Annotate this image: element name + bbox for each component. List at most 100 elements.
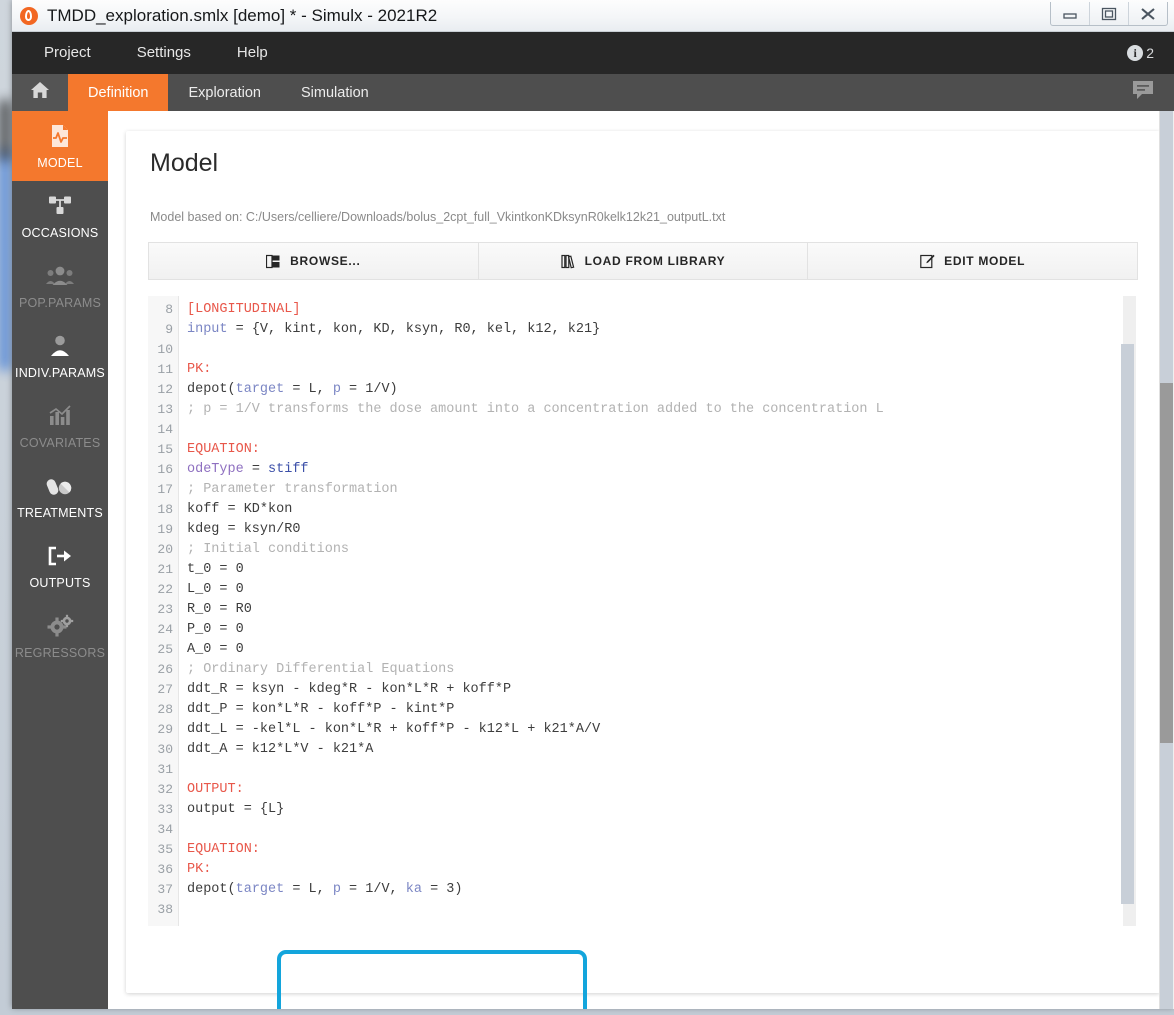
code-line: ; p = 1/V transforms the dose amount int… [187, 402, 884, 417]
line-number: 19 [157, 522, 173, 537]
code-line: R_0 = R0 [187, 602, 252, 617]
line-number: 30 [157, 742, 173, 757]
sidebar-item-covariates[interactable]: COVARIATES [12, 391, 108, 461]
info-count: 2 [1146, 45, 1154, 61]
edit-pencil-icon [920, 254, 935, 269]
highlight-box-additional-lines [277, 950, 587, 1009]
pills-icon [46, 473, 74, 499]
sidebar-item-treatments[interactable]: TREATMENTS [12, 461, 108, 531]
model-document-icon [47, 123, 73, 149]
sidebar-item-label: TREATMENTS [17, 505, 103, 520]
tab-home[interactable] [12, 74, 68, 111]
gears-icon [46, 613, 74, 639]
sidebar-item-label: INDIV.PARAMS [15, 365, 105, 380]
home-icon [29, 80, 51, 105]
sidebar-item-indiv-params[interactable]: INDIV.PARAMS [12, 321, 108, 391]
code-line: ddt_P = kon*L*R - koff*P - kint*P [187, 702, 455, 717]
editor-scrollbar-thumb[interactable] [1121, 344, 1134, 904]
sidebar-item-occasions[interactable]: OCCASIONS [12, 181, 108, 251]
line-number: 14 [157, 422, 173, 437]
line-number: 25 [157, 642, 173, 657]
line-number: 26 [157, 662, 173, 677]
menu-item-project[interactable]: Project [26, 32, 109, 74]
code-line: ; Ordinary Differential Equations [187, 662, 455, 677]
sidebar-item-label: OCCASIONS [21, 225, 99, 240]
page-scrollbar-track[interactable] [1159, 111, 1174, 1009]
line-number: 24 [157, 622, 173, 637]
close-button[interactable] [1129, 2, 1167, 25]
code-line: depot(target = L, p = 1/V, ka = 3) [187, 882, 463, 897]
code-line: odeType = stiff [187, 462, 309, 477]
minimize-button[interactable] [1051, 2, 1090, 25]
line-number: 12 [157, 382, 173, 397]
browse-folder-icon [266, 254, 281, 269]
code-line: depot(target = L, p = 1/V) [187, 382, 398, 397]
sidebar-item-label: REGRESSORS [14, 645, 106, 660]
info-icon: i [1127, 45, 1144, 61]
line-number: 34 [157, 822, 173, 837]
sidebar-item-label: POP.PARAMS [18, 295, 102, 310]
code-line: ddt_L = -kel*L - kon*L*R + koff*P - k12*… [187, 722, 601, 737]
maximize-button[interactable] [1090, 2, 1129, 25]
menu-item-settings[interactable]: Settings [119, 32, 209, 74]
sidebar-item-regressors[interactable]: REGRESSORS [12, 601, 108, 671]
sidebar-item-model[interactable]: MODEL [12, 111, 108, 181]
sidebar-item-pop-params[interactable]: POP.PARAMS [12, 251, 108, 321]
model-action-row: BROWSE... LOAD FROM LIBRARY EDIT MODEL [148, 242, 1138, 280]
load-from-library-button[interactable]: LOAD FROM LIBRARY [478, 243, 809, 279]
code-line: EQUATION: [187, 842, 260, 857]
line-number: 36 [157, 862, 173, 877]
code-line: A_0 = 0 [187, 642, 244, 657]
code-content[interactable]: [LONGITUDINAL] input = {V, kint, kon, KD,… [179, 296, 1138, 926]
page-scrollbar-upper[interactable] [1160, 111, 1173, 383]
line-number: 16 [157, 462, 173, 477]
application-window: TMDD_exploration.smlx [demo] * - Simulx … [12, 0, 1174, 1009]
code-line: [LONGITUDINAL] [187, 302, 301, 317]
chat-bubble-icon [1130, 78, 1156, 107]
model-code-editor[interactable]: 8 9 10 11 12 13 14 15 16 17 18 19 20 21 22 23 24 25 26 27 28… [148, 296, 1138, 926]
background-window-blob [0, 100, 10, 160]
edit-model-button[interactable]: EDIT MODEL [808, 243, 1138, 279]
editor-scrollbar-track[interactable] [1121, 296, 1136, 926]
tab-simulation[interactable]: Simulation [281, 74, 389, 111]
chat-bubble-button[interactable] [1130, 74, 1156, 111]
code-line: ; Parameter transformation [187, 482, 398, 497]
line-number: 33 [157, 802, 173, 817]
code-line: t_0 = 0 [187, 562, 244, 577]
menu-item-help[interactable]: Help [219, 32, 286, 74]
individual-icon [48, 333, 72, 359]
line-number-gutter: 8 9 10 11 12 13 14 15 16 17 18 19 20 21 22 23 24 25 26 27 28… [148, 296, 179, 926]
action-label: LOAD FROM LIBRARY [584, 254, 726, 268]
sidebar: MODEL OCCASIONS POP.PARAMS INDIV.PARAMS … [12, 111, 108, 1009]
line-number: 20 [157, 542, 173, 557]
line-number: 10 [157, 342, 173, 357]
sidebar-item-outputs[interactable]: OUTPUTS [12, 531, 108, 601]
line-number: 17 [157, 482, 173, 497]
action-label: BROWSE... [290, 254, 361, 268]
action-label: EDIT MODEL [944, 254, 1026, 268]
line-number: 22 [157, 582, 173, 597]
library-books-icon [561, 254, 576, 269]
code-line: ; Initial conditions [187, 542, 350, 557]
code-line: PK: [187, 862, 212, 877]
page-scrollbar-lower[interactable] [1160, 743, 1173, 1009]
tab-definition[interactable]: Definition [68, 74, 169, 111]
line-number: 13 [157, 402, 173, 417]
line-number: 11 [157, 362, 173, 377]
info-notification-badge[interactable]: i 2 [1127, 45, 1154, 61]
line-number: 27 [157, 682, 173, 697]
tab-exploration[interactable]: Exploration [168, 74, 281, 111]
sidebar-item-label: MODEL [37, 155, 83, 170]
model-card: Model Model based on: C:/Users/celliere/… [126, 131, 1160, 1009]
page-scrollbar-thumb[interactable] [1160, 383, 1173, 743]
code-line: OUTPUT: [187, 782, 244, 797]
population-icon [45, 263, 75, 289]
background-window-blob [0, 150, 10, 370]
line-number: 21 [157, 562, 173, 577]
window-controls [1050, 2, 1168, 26]
browse-button[interactable]: BROWSE... [149, 243, 479, 279]
